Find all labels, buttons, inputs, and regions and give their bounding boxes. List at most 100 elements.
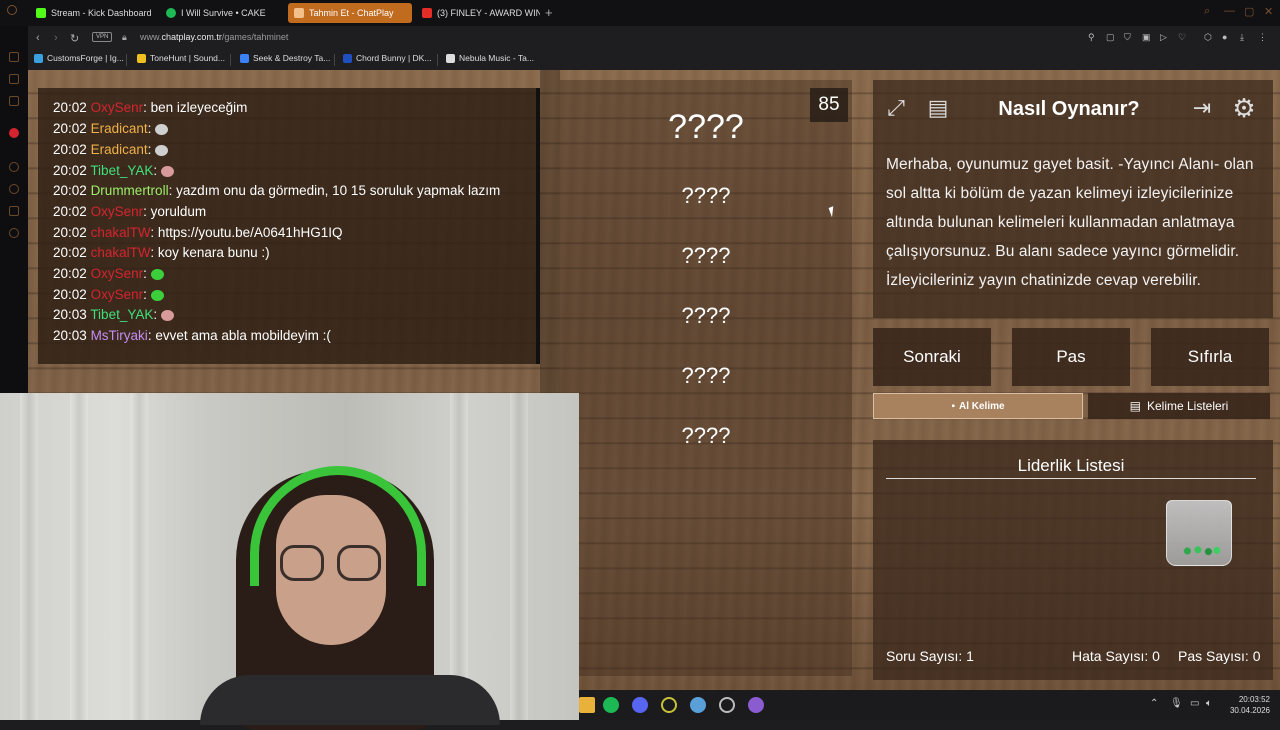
pass-button[interactable]: Pas	[1012, 328, 1130, 386]
history-icon[interactable]	[9, 184, 19, 194]
exit-icon[interactable]: ⇥	[1186, 92, 1218, 124]
mic-icon[interactable]: 🎙︎	[1170, 698, 1183, 709]
tab-label: Stream - Kick Dashboard	[51, 8, 152, 18]
chat-message: 20:02 OxySenr: yoruldum	[53, 204, 206, 219]
forbidden-word: ????	[681, 423, 731, 448]
chat-panel: 20:02 OxySenr: ben izleyeceğim 20:02 Era…	[38, 88, 540, 364]
next-button[interactable]: Sonraki	[873, 328, 991, 386]
forward-icon[interactable]: ›	[54, 32, 58, 44]
profile-icon[interactable]: ●	[1222, 32, 1227, 42]
tab-spotify[interactable]: I Will Survive • CAKE	[160, 3, 286, 23]
url-prefix: www.	[140, 32, 162, 42]
folder-icon[interactable]	[579, 697, 595, 713]
chat-time: 20:02	[53, 225, 87, 240]
clock-time: 20:03:52	[1238, 695, 1270, 704]
menu-icon[interactable]: ⋮	[1258, 32, 1267, 43]
maximize-icon[interactable]: ▢	[1244, 5, 1254, 18]
bookmark-divider	[437, 54, 438, 66]
reset-button[interactable]: Sıfırla	[1151, 328, 1269, 386]
play-icon[interactable]: ▷	[1160, 32, 1167, 43]
countdown-timer: 85	[810, 88, 848, 122]
shield-icon[interactable]: ⛉	[1124, 32, 1131, 43]
app-icon[interactable]	[690, 697, 706, 713]
youtube-icon	[422, 8, 432, 18]
bookmark-item[interactable]: Chord Bunny | DK...	[343, 53, 431, 63]
tab-tahmin-et[interactable]: Tahmin Et - ChatPlay	[288, 3, 412, 23]
settings-icon[interactable]	[9, 228, 19, 238]
minimize-icon[interactable]: —	[1224, 5, 1235, 17]
wallet-icon[interactable]: ▣	[1142, 32, 1151, 43]
extensions-icon[interactable]	[9, 206, 19, 216]
extensions-icon[interactable]: ⬡	[1204, 32, 1212, 43]
chat-message: 20:02 Tibet_YAK:	[53, 163, 174, 178]
chat-time: 20:02	[53, 163, 87, 178]
bookmark-divider	[334, 54, 335, 66]
document-icon[interactable]: ▤	[922, 92, 954, 124]
app-icon[interactable]	[748, 697, 764, 713]
chat-text: :	[153, 163, 158, 178]
tab-label: Tahmin Et - ChatPlay	[309, 8, 394, 18]
bookmark-divider	[230, 54, 231, 66]
tab-kick-dashboard[interactable]: Stream - Kick Dashboard	[30, 3, 158, 23]
tab-youtube[interactable]: (3) FINLEY - AWARD WINN	[416, 3, 540, 23]
chat-time: 20:02	[53, 100, 87, 115]
chat-message: 20:02 Eradicant:	[53, 121, 169, 136]
curtain-fold	[510, 393, 528, 720]
close-icon[interactable]: ✕	[1264, 5, 1273, 18]
curtain-fold	[20, 393, 38, 720]
bookmark-label: Seek & Destroy Ta...	[253, 53, 331, 63]
tray-chevron-icon[interactable]: ⌃	[1150, 698, 1158, 709]
forbidden-word: ????	[681, 303, 731, 328]
url-field[interactable]: www.chatplay.com.tr/games/tahminet	[140, 32, 288, 42]
chat-user: MsTiryaki	[90, 328, 148, 343]
chat-user: OxySenr	[90, 100, 144, 115]
bookmark-label: Nebula Music - Ta...	[459, 53, 534, 63]
curtain-fold	[130, 393, 148, 720]
get-word-button[interactable]: ▪ Al Kelime	[873, 393, 1083, 419]
sidebar-item-icon[interactable]	[9, 74, 19, 84]
chat-message: 20:03 MsTiryaki: evvet ama abla mobildey…	[53, 328, 331, 343]
volume-icon[interactable]: 🔈︎	[1206, 698, 1212, 709]
chat-user: OxySenr	[90, 204, 144, 219]
snapshot-icon[interactable]: ▢	[1106, 32, 1115, 43]
gear-icon[interactable]: ⚙	[1228, 92, 1260, 124]
opera-icon[interactable]	[661, 697, 677, 713]
opera-logo-icon[interactable]	[7, 5, 17, 15]
forbidden-word: ????	[681, 183, 731, 208]
bookmark-item[interactable]: ToneHunt | Sound...	[137, 53, 225, 63]
chat-user: chakalTW	[90, 225, 151, 240]
search-tabs-icon[interactable]: ⌕	[1204, 5, 1210, 18]
reload-icon[interactable]: ↻	[70, 32, 79, 45]
chat-message: 20:03 Tibet_YAK:	[53, 307, 174, 322]
chat-time: 20:02	[53, 266, 87, 281]
sidebar-item-icon[interactable]	[9, 162, 19, 172]
network-icon[interactable]: ▭	[1190, 698, 1199, 709]
sidebar-youtube-icon[interactable]	[9, 128, 19, 138]
vpn-badge[interactable]: VPN	[92, 32, 113, 42]
clock-date: 30.04.2026	[1229, 706, 1270, 715]
fullscreen-icon[interactable]: ⤢	[880, 92, 912, 124]
discord-icon[interactable]	[632, 697, 648, 713]
new-tab-button[interactable]: +	[545, 5, 553, 20]
bookmark-icon	[34, 53, 43, 63]
forbidden-word: ????	[681, 363, 731, 388]
system-clock[interactable]: 20:03:52 30.04.2026	[1218, 694, 1270, 716]
heart-icon[interactable]: ♡	[1178, 32, 1186, 43]
sidebar-item-icon[interactable]	[9, 96, 19, 106]
back-icon[interactable]: ‹	[36, 32, 40, 44]
lock-icon[interactable]: 🔒︎	[122, 32, 127, 43]
obs-icon[interactable]	[719, 697, 735, 713]
browser-tab-bar: Stream - Kick Dashboard I Will Survive •…	[0, 0, 1280, 26]
spotify-icon[interactable]	[603, 697, 619, 713]
bookmark-item[interactable]: Nebula Music - Ta...	[446, 53, 534, 63]
download-icon[interactable]: ⤓	[1240, 32, 1244, 43]
url-path: /games/tahminet	[221, 32, 289, 42]
bookmark-item[interactable]: Seek & Destroy Ta...	[240, 53, 330, 63]
word-lists-button[interactable]: ▤ Kelime Listeleri	[1088, 393, 1270, 419]
bookmark-item[interactable]: CustomsForge | Ig...	[34, 53, 124, 63]
forbidden-word: ????	[681, 243, 731, 268]
sidebar-item-icon[interactable]	[9, 52, 19, 62]
pin-icon[interactable]: ⚲	[1088, 32, 1095, 43]
get-word-label: Al Kelime	[958, 400, 1005, 412]
glasses-icon	[280, 545, 324, 581]
